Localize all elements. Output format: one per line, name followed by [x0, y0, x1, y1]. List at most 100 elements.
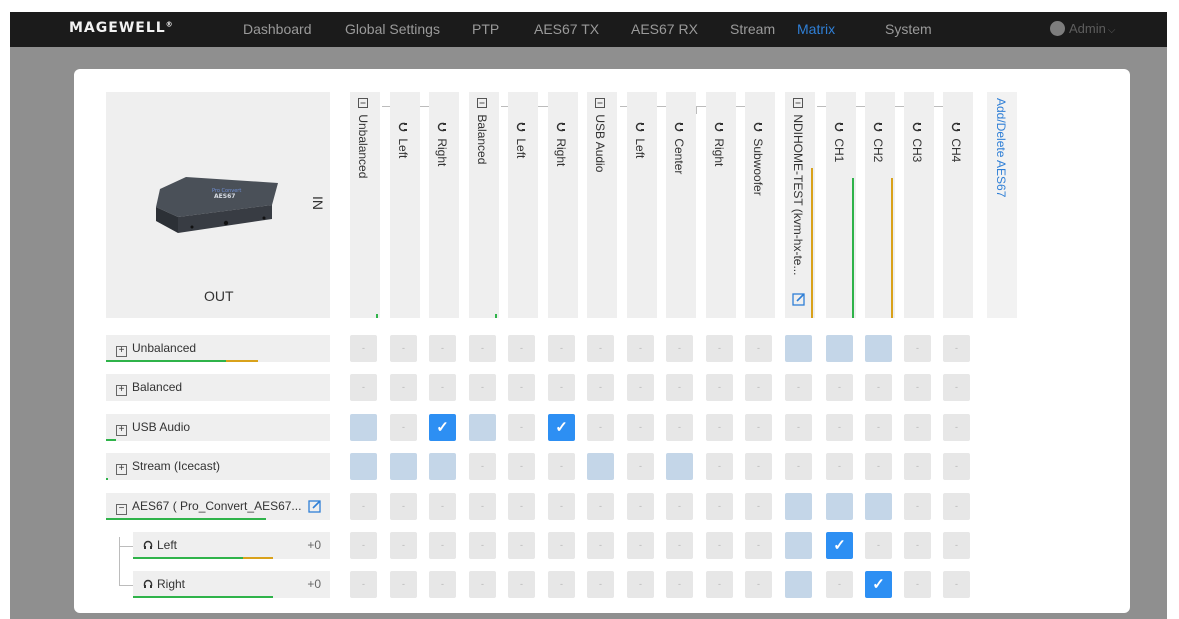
collapse-icon[interactable]: [593, 98, 607, 111]
magewell-logo[interactable]: MAGEWELL®: [69, 20, 174, 36]
output-group-row[interactable]: + Balanced: [106, 374, 330, 401]
route-cell[interactable]: -: [666, 532, 693, 559]
route-cell[interactable]: -: [627, 414, 654, 441]
route-cell[interactable]: -: [508, 374, 535, 401]
route-cell[interactable]: -: [865, 335, 892, 362]
route-cell[interactable]: -: [785, 571, 812, 598]
route-cell[interactable]: -: [587, 493, 614, 520]
route-cell[interactable]: -: [587, 414, 614, 441]
route-cell[interactable]: -: [745, 571, 772, 598]
route-cell[interactable]: -: [666, 453, 693, 480]
route-cell[interactable]: -: [390, 571, 417, 598]
route-cell[interactable]: -: [587, 532, 614, 559]
edit-icon[interactable]: [792, 292, 806, 306]
nav-stream[interactable]: Stream: [730, 21, 775, 37]
route-cell[interactable]: -: [904, 453, 931, 480]
route-cell[interactable]: -: [943, 493, 970, 520]
route-cell[interactable]: -: [865, 532, 892, 559]
route-cell[interactable]: -: [548, 493, 575, 520]
nav-dashboard[interactable]: Dashboard: [243, 21, 312, 37]
route-cell[interactable]: -: [706, 493, 733, 520]
route-cell[interactable]: -: [865, 493, 892, 520]
route-cell[interactable]: -: [350, 414, 377, 441]
route-cell[interactable]: -: [785, 532, 812, 559]
route-cell[interactable]: -: [548, 532, 575, 559]
output-group-row[interactable]: + USB Audio: [106, 414, 330, 441]
route-cell[interactable]: -: [627, 532, 654, 559]
output-channel-row[interactable]: Left +0: [133, 532, 330, 559]
output-group-row[interactable]: + Stream (Icecast): [106, 453, 330, 480]
output-channel-row[interactable]: Right +0: [133, 571, 330, 598]
route-cell[interactable]: -: [587, 571, 614, 598]
route-cell[interactable]: -: [666, 335, 693, 362]
route-cell[interactable]: -: [666, 571, 693, 598]
edit-icon[interactable]: [308, 499, 322, 513]
route-cell[interactable]: -: [508, 414, 535, 441]
route-cell[interactable]: -: [904, 493, 931, 520]
collapse-icon[interactable]: −: [116, 504, 127, 515]
route-cell[interactable]: -: [627, 453, 654, 480]
route-cell[interactable]: -: [627, 571, 654, 598]
route-cell[interactable]: -: [350, 453, 377, 480]
route-cell[interactable]: -: [865, 414, 892, 441]
route-cell[interactable]: -: [706, 335, 733, 362]
input-group-header[interactable]: Unbalanced: [350, 92, 380, 318]
route-cell[interactable]: -: [706, 532, 733, 559]
collapse-icon[interactable]: [791, 98, 805, 111]
route-cell[interactable]: -: [429, 374, 456, 401]
route-cell[interactable]: -: [429, 335, 456, 362]
route-cell[interactable]: -: [666, 493, 693, 520]
input-group-header[interactable]: NDIHOME-TEST (kvm-hx-te...: [785, 92, 815, 318]
route-cell[interactable]: -: [904, 571, 931, 598]
route-cell[interactable]: -: [943, 453, 970, 480]
route-cell[interactable]: -: [469, 571, 496, 598]
route-cell[interactable]: -: [666, 374, 693, 401]
expand-icon[interactable]: +: [116, 385, 127, 396]
output-group-row[interactable]: + Unbalanced: [106, 335, 330, 362]
route-cell[interactable]: -: [706, 571, 733, 598]
route-cell[interactable]: -: [587, 335, 614, 362]
route-cell[interactable]: -: [865, 453, 892, 480]
route-cell[interactable]: -: [429, 571, 456, 598]
route-cell[interactable]: -: [469, 453, 496, 480]
route-cell[interactable]: -: [469, 335, 496, 362]
route-cell[interactable]: -: [390, 335, 417, 362]
route-cell[interactable]: -: [508, 571, 535, 598]
nav-system[interactable]: System: [885, 21, 932, 37]
route-cell[interactable]: -: [904, 414, 931, 441]
route-cell[interactable]: -: [627, 374, 654, 401]
route-cell[interactable]: -: [627, 493, 654, 520]
route-cell[interactable]: -: [745, 453, 772, 480]
route-cell[interactable]: -: [745, 374, 772, 401]
route-cell[interactable]: -: [943, 532, 970, 559]
route-cell[interactable]: -: [943, 571, 970, 598]
route-cell[interactable]: -: [785, 453, 812, 480]
add-delete-aes67-link[interactable]: Add/Delete AES67: [987, 92, 1017, 318]
route-cell[interactable]: -: [390, 453, 417, 480]
route-cell[interactable]: -: [469, 374, 496, 401]
route-cell[interactable]: -: [429, 532, 456, 559]
nav-ptp[interactable]: PTP: [472, 21, 499, 37]
route-cell[interactable]: -: [390, 374, 417, 401]
route-cell[interactable]: -: [350, 493, 377, 520]
route-cell[interactable]: -: [826, 414, 853, 441]
route-cell[interactable]: -: [587, 374, 614, 401]
route-cell[interactable]: -: [508, 453, 535, 480]
route-cell[interactable]: -: [390, 414, 417, 441]
route-cell[interactable]: -: [785, 414, 812, 441]
gain-value[interactable]: +0: [307, 577, 321, 591]
route-cell[interactable]: -: [350, 532, 377, 559]
route-cell[interactable]: -: [429, 453, 456, 480]
expand-icon[interactable]: +: [116, 425, 127, 436]
output-group-row[interactable]: − AES67 ( Pro_Convert_AES67...: [106, 493, 330, 520]
route-cell[interactable]: -: [904, 335, 931, 362]
route-cell-checked[interactable]: ✓: [865, 571, 892, 598]
collapse-icon[interactable]: [475, 98, 489, 111]
nav-aes67-tx[interactable]: AES67 TX: [534, 21, 599, 37]
route-cell[interactable]: -: [706, 453, 733, 480]
collapse-icon[interactable]: [356, 98, 370, 111]
route-cell[interactable]: -: [429, 493, 456, 520]
route-cell[interactable]: -: [508, 335, 535, 362]
route-cell[interactable]: -: [508, 532, 535, 559]
route-cell[interactable]: -: [904, 374, 931, 401]
